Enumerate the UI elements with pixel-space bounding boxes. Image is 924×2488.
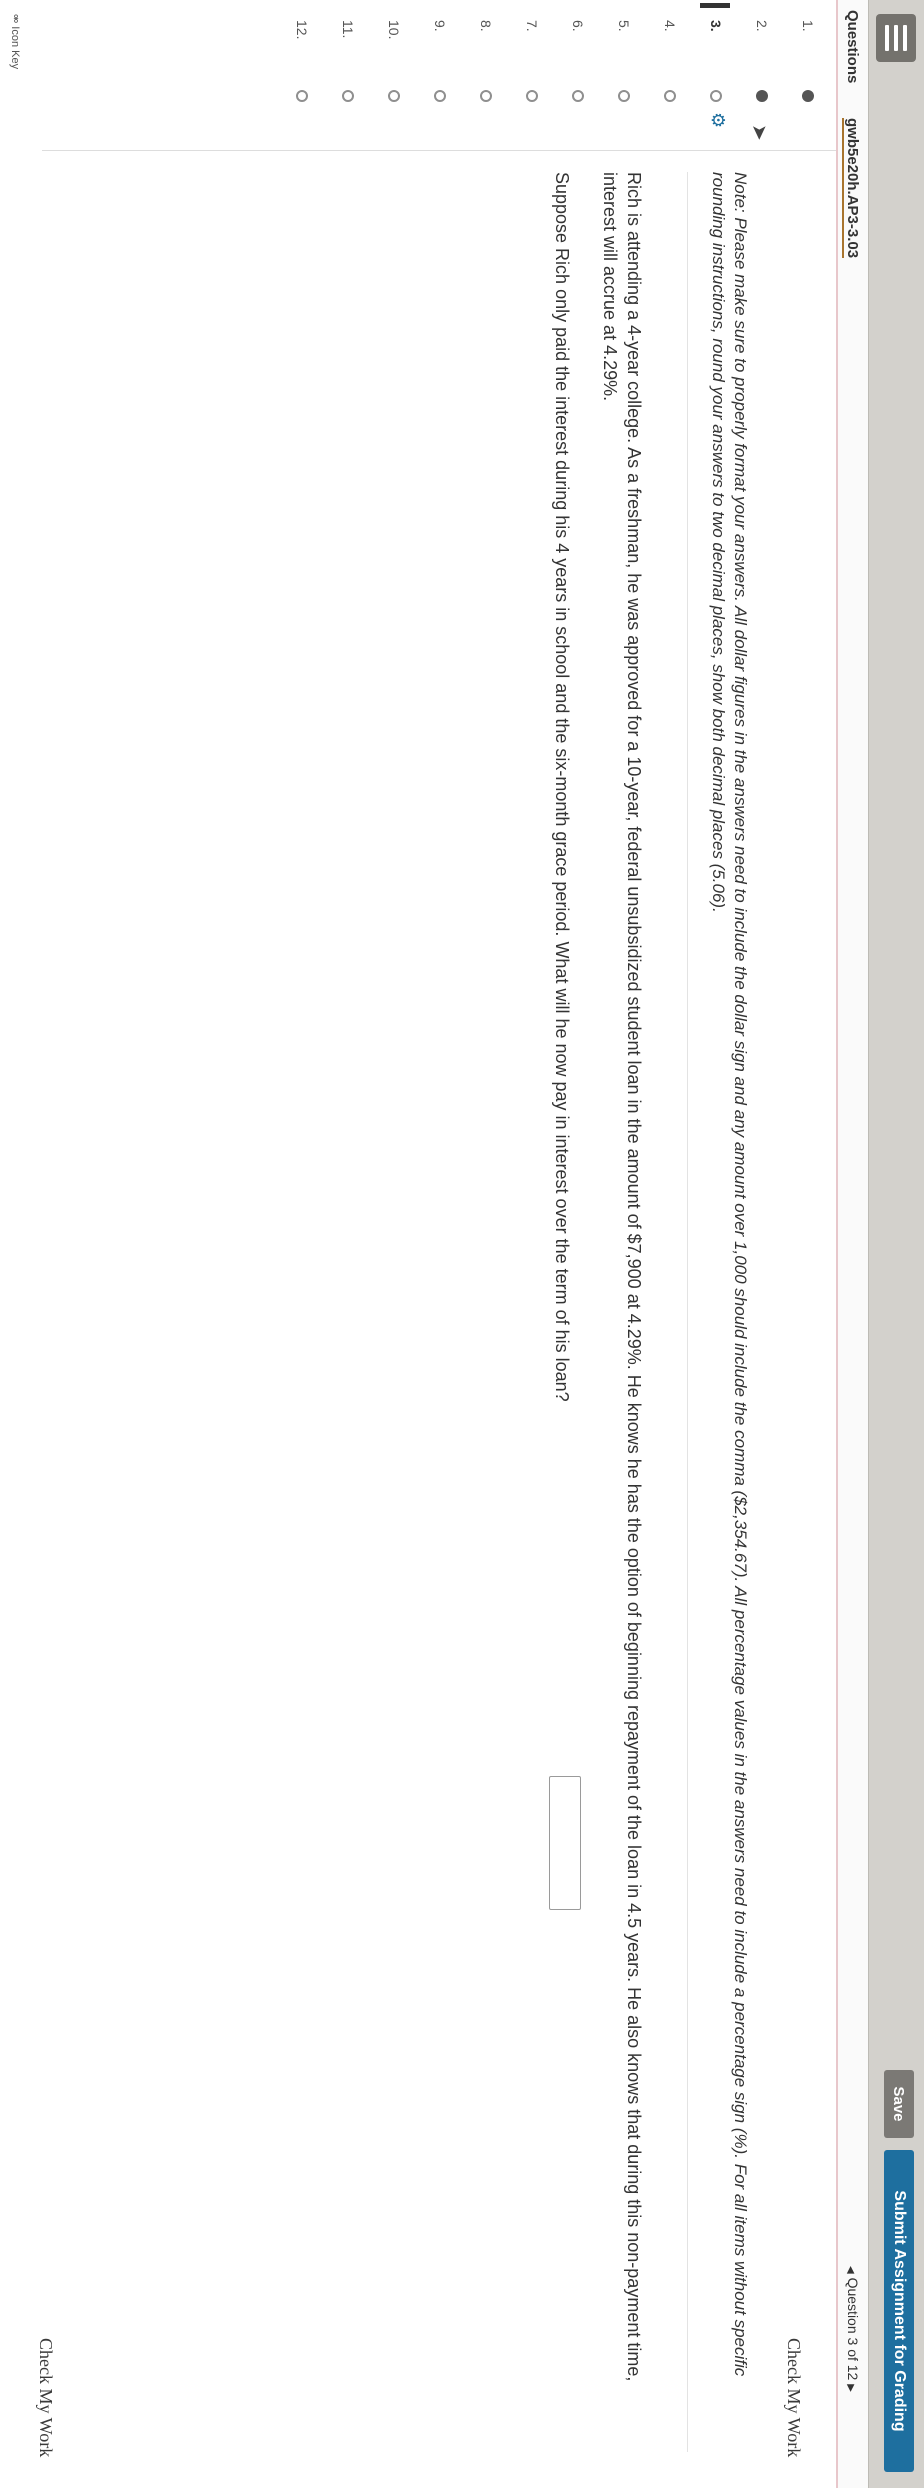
check-my-work-link[interactable]: Check My Work <box>783 2338 804 2457</box>
save-button[interactable]: Save <box>884 2070 914 2138</box>
unanswered-status-icon <box>434 90 446 102</box>
question-nav-item[interactable]: 9. <box>416 0 462 150</box>
question-tool-icon[interactable]: ⚙ <box>707 112 728 128</box>
question-nav-number: 8. <box>478 20 494 32</box>
unanswered-status-icon <box>618 90 630 102</box>
question-nav-item[interactable]: 2. ➤ <box>738 0 784 150</box>
question-nav-item[interactable]: 7. <box>508 0 554 150</box>
screen: Save Submit Assignment for Grading Quest… <box>0 0 924 2488</box>
question-pager: ◀ Question 3 of 12 ▶ <box>845 2266 861 2392</box>
question-nav-number: 6. <box>570 20 586 32</box>
unanswered-status-icon <box>388 90 400 102</box>
mouse-cursor-icon: ➤ <box>748 124 770 141</box>
key-icon: ⚮ <box>9 14 21 24</box>
unanswered-status-icon <box>296 90 308 102</box>
question-nav-item[interactable]: 8. <box>462 0 508 150</box>
question-nav-number: 4. <box>662 20 678 32</box>
question-nav-item[interactable]: 4. <box>646 0 692 150</box>
menu-icon-bar <box>903 25 907 51</box>
assignment-page: Save Submit Assignment for Grading Quest… <box>0 0 924 2488</box>
check-my-work-link-bottom[interactable]: Check My Work <box>35 2338 56 2457</box>
next-question-icon[interactable]: ▶ <box>845 2384 856 2392</box>
unanswered-status-icon <box>664 90 676 102</box>
answer-input[interactable] <box>549 1776 581 1910</box>
previous-question-icon[interactable]: ◀ <box>845 2266 856 2274</box>
menu-icon-bar <box>894 25 898 51</box>
question-nav-number: 1. <box>800 20 816 32</box>
question-content: Check My Work Note: Please make sure to … <box>6 172 836 2472</box>
answered-status-icon <box>756 90 768 102</box>
question-nav-item[interactable]: 5. <box>600 0 646 150</box>
unanswered-status-icon <box>526 90 538 102</box>
question-nav-item[interactable]: 1. <box>784 0 830 150</box>
question-nav-number: 10. <box>386 20 402 40</box>
unanswered-status-icon <box>480 90 492 102</box>
question-nav-number: 9. <box>432 20 448 32</box>
question-nav-number: 5. <box>616 20 632 32</box>
icon-key-link[interactable]: ⚮ Icon Key <box>9 14 22 69</box>
question-nav-number: 12. <box>294 20 310 40</box>
question-position: Question 3 of 12 <box>845 2277 861 2381</box>
question-navigator: 1. 2. ➤ 3. ⚙ 4. 5. 6. 7. 8. 9. 10. 11. 12. <box>42 0 836 151</box>
question-nav-item[interactable]: 11. <box>324 0 370 150</box>
assignment-code: gwb5e20h.AP3-3.03 <box>842 118 861 259</box>
question-bar: Questions gwb5e20h.AP3-3.03 ◀ Question 3… <box>836 0 868 2488</box>
answered-status-icon <box>802 90 814 102</box>
formatting-note: Note: Please make sure to properly forma… <box>709 172 750 2377</box>
question-nav-number: 7. <box>524 20 540 32</box>
question-nav-item[interactable]: 6. <box>554 0 600 150</box>
app-bar: Save Submit Assignment for Grading <box>868 0 924 2488</box>
question-prompt: Suppose Rich only paid the interest duri… <box>552 172 572 1402</box>
question-nav-number: 11. <box>340 20 356 39</box>
question-scenario: Rich is attending a 4-year college. As a… <box>600 172 644 2382</box>
menu-icon-bar <box>885 25 889 51</box>
questions-heading: Questions <box>844 10 861 84</box>
question-nav-number: 2. <box>754 20 770 32</box>
question-nav-number: 3. <box>708 20 724 32</box>
unanswered-status-icon <box>710 90 722 102</box>
menu-icon[interactable] <box>876 14 916 62</box>
divider <box>687 172 688 2452</box>
question-nav-item[interactable]: 3. ⚙ <box>692 0 738 150</box>
unanswered-status-icon <box>342 90 354 102</box>
submit-assignment-button[interactable]: Submit Assignment for Grading <box>884 2150 914 2472</box>
question-nav-item[interactable]: 10. <box>370 0 416 150</box>
unanswered-status-icon <box>572 90 584 102</box>
icon-key-label: Icon Key <box>9 26 21 70</box>
question-nav-item[interactable]: 12. <box>278 0 324 150</box>
